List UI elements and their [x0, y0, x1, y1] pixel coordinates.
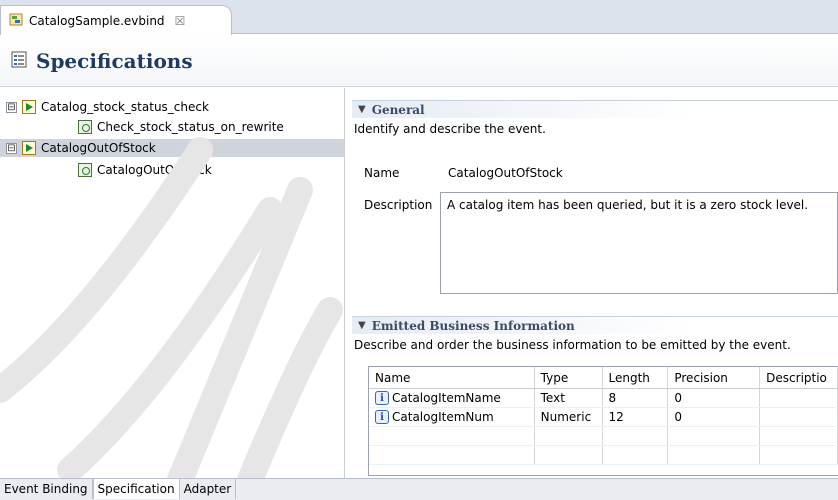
rule-icon: [78, 120, 92, 134]
tree-item-label: Check_stock_status_on_rewrite: [97, 120, 284, 134]
description-label: Description: [364, 198, 433, 212]
table-row-empty: [369, 446, 838, 465]
tree-item-label: CatalogOutOfStock: [97, 163, 212, 177]
tab-specification[interactable]: Specification: [92, 479, 180, 499]
editor-tab-catalogsample[interactable]: CatalogSample.evbind ☒: [0, 5, 232, 35]
form-header: Specifications: [0, 35, 838, 87]
section-description: Identify and describe the event.: [354, 122, 546, 136]
column-header-length[interactable]: Length: [603, 367, 669, 388]
tree-item-label: Catalog_stock_status_check: [41, 100, 209, 114]
cell-name: i CatalogItemName: [369, 389, 535, 407]
column-header-precision[interactable]: Precision: [668, 367, 761, 388]
specifications-icon: [10, 50, 28, 71]
cell-type: Numeric: [535, 408, 603, 426]
name-label: Name: [364, 166, 400, 180]
section-description: Describe and order the business informat…: [354, 338, 791, 352]
page-title: Specifications: [36, 48, 193, 73]
cell-precision: 0: [668, 408, 761, 426]
cell-empty: [760, 446, 838, 464]
editor-tab-bar: CatalogSample.evbind ☒: [0, 0, 838, 35]
info-icon: i: [375, 391, 389, 405]
editor-tab-label: CatalogSample.evbind: [29, 13, 165, 28]
event-tree: ⊟ Catalog_stock_status_check Check_stock…: [0, 88, 345, 478]
field-name: CatalogItemName: [392, 391, 501, 405]
tree-item-catalogoutofstock-event[interactable]: ⊟ CatalogOutOfStock: [0, 139, 344, 157]
cell-empty: [760, 427, 838, 445]
column-header-type[interactable]: Type: [535, 367, 603, 388]
cell-empty: [668, 446, 761, 464]
cell-empty: [603, 446, 669, 464]
tree-item-label: CatalogOutOfStock: [41, 141, 156, 155]
table-row-empty: [369, 427, 838, 446]
column-header-name[interactable]: Name: [369, 367, 535, 388]
table-row[interactable]: i CatalogItemName Text 8 0: [369, 389, 838, 408]
cell-name: i CatalogItemNum: [369, 408, 535, 426]
expand-twistie-icon[interactable]: ▼: [358, 320, 366, 331]
name-field[interactable]: CatalogOutOfStock: [448, 166, 563, 180]
info-icon: i: [375, 410, 389, 424]
event-icon: [22, 100, 36, 114]
section-title: Emitted Business Information: [371, 318, 575, 333]
cell-length: 8: [603, 389, 669, 407]
cell-empty: [668, 427, 761, 445]
general-section-header[interactable]: ▼ General: [352, 100, 838, 118]
rule-icon: [78, 163, 92, 177]
evbind-file-icon: [9, 12, 23, 29]
business-info-table: Name Type Length Precision Descriptio i …: [368, 366, 838, 476]
general-section: ▼ General Identify and describe the even…: [352, 100, 838, 136]
tab-adapter[interactable]: Adapter: [180, 479, 237, 499]
collapse-icon[interactable]: ⊟: [6, 101, 17, 113]
cell-description: [760, 408, 838, 426]
event-icon: [22, 141, 36, 155]
emitted-business-info-section: ▼ Emitted Business Information Describe …: [352, 316, 838, 352]
cell-description: [760, 389, 838, 407]
table-header: Name Type Length Precision Descriptio: [369, 367, 838, 389]
description-field[interactable]: A catalog item has been queried, but it …: [440, 192, 838, 294]
field-name: CatalogItemNum: [392, 410, 494, 424]
cell-empty: [603, 427, 669, 445]
cell-precision: 0: [668, 389, 761, 407]
close-tab-icon[interactable]: ☒: [175, 14, 186, 28]
column-header-description[interactable]: Descriptio: [760, 367, 838, 388]
details-pane: ▼ General Identify and describe the even…: [346, 88, 838, 478]
cell-empty: [535, 446, 603, 464]
section-title: General: [371, 102, 425, 117]
cell-empty: [369, 427, 535, 445]
cell-empty: [535, 427, 603, 445]
cell-type: Text: [535, 389, 603, 407]
emitted-section-header[interactable]: ▼ Emitted Business Information: [352, 316, 838, 334]
collapse-icon[interactable]: ⊟: [6, 142, 17, 154]
cell-empty: [369, 446, 535, 464]
cell-length: 12: [603, 408, 669, 426]
tree-item-catalog-stock-status-check[interactable]: ⊟ Catalog_stock_status_check: [6, 98, 209, 116]
tree-item-catalogoutofstock-rule[interactable]: CatalogOutOfStock: [78, 161, 212, 179]
page-tabs: Event Binding Specification Adapter: [0, 478, 838, 500]
table-row[interactable]: i CatalogItemNum Numeric 12 0: [369, 408, 838, 427]
tab-event-binding[interactable]: Event Binding: [0, 479, 93, 499]
tree-item-check-stock-status-on-rewrite[interactable]: Check_stock_status_on_rewrite: [78, 118, 284, 136]
expand-twistie-icon[interactable]: ▼: [358, 104, 366, 115]
